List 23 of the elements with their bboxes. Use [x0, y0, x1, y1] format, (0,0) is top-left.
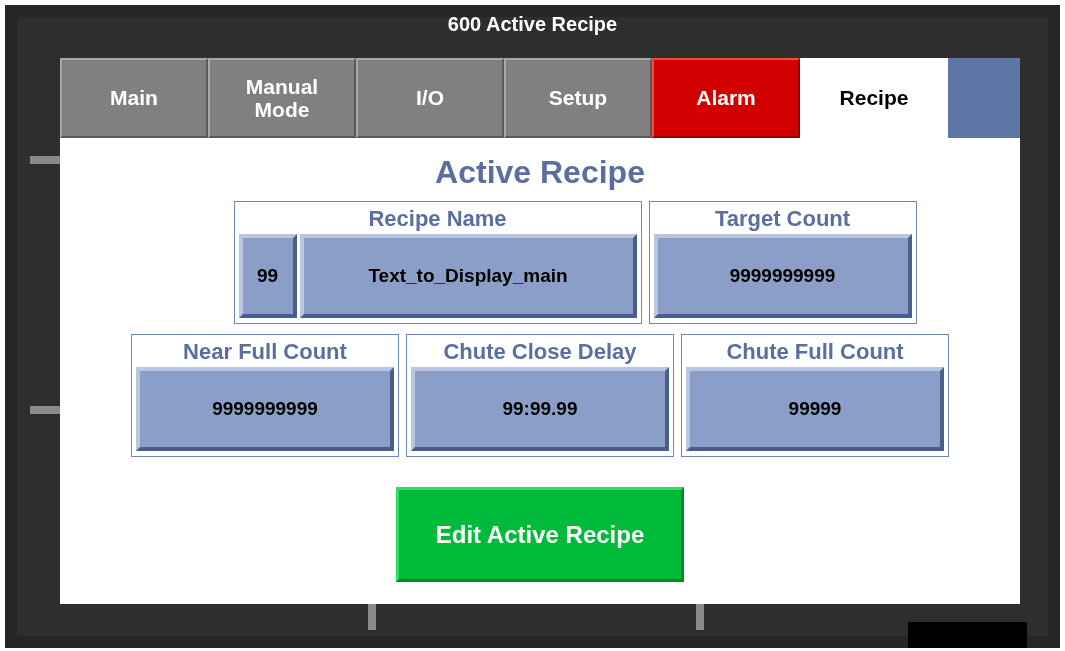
- field-label: Recipe Name: [368, 205, 507, 233]
- tab[interactable]: Manual Mode: [208, 58, 356, 138]
- tab[interactable]: Setup: [504, 58, 652, 138]
- frame-bracket: [30, 406, 60, 414]
- value-field[interactable]: 99:99.99: [411, 367, 669, 451]
- frame-bracket: [696, 604, 704, 630]
- frame-bracket: [368, 604, 376, 630]
- value-field[interactable]: Text_to_Display_main: [299, 234, 637, 318]
- value-field[interactable]: 9999999999: [653, 234, 912, 318]
- tab[interactable]: Recipe: [800, 58, 948, 138]
- tab[interactable]: I/O: [356, 58, 504, 138]
- tab[interactable]: Alarm: [652, 58, 800, 138]
- field-label: Near Full Count: [183, 338, 347, 366]
- field-label: Chute Full Count: [726, 338, 904, 366]
- tab[interactable]: Main: [60, 58, 208, 138]
- value-field[interactable]: 9999999999: [136, 367, 394, 451]
- frame-bracket: [30, 156, 60, 164]
- field-label: Chute Close Delay: [443, 338, 637, 366]
- value-field[interactable]: 99999: [686, 367, 944, 451]
- field-label: Target Count: [714, 205, 851, 233]
- window-title: 600 Active Recipe: [447, 13, 618, 36]
- page-heading: Active Recipe: [435, 154, 645, 190]
- index-field[interactable]: 99: [238, 234, 297, 318]
